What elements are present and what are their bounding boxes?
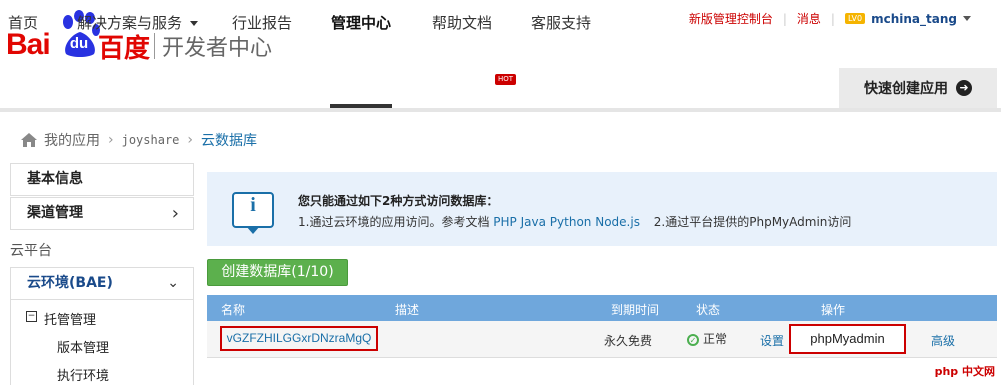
check-circle-icon: ✓	[687, 333, 699, 346]
col-status: 状态	[696, 303, 721, 317]
baidu-chinese-logo: 百度	[98, 34, 151, 64]
info-icon: i	[250, 194, 256, 216]
doc-link-php[interactable]: PHP	[493, 215, 517, 229]
collapse-icon[interactable]: −	[26, 311, 37, 322]
col-name: 名称	[221, 303, 246, 317]
messages-link[interactable]: 消息	[797, 10, 821, 27]
cell-expire: 永久免费	[604, 334, 653, 348]
chevron-right-icon: ›	[108, 132, 114, 148]
breadcrumb-app[interactable]: joyshare	[122, 133, 180, 147]
watermark: php 中文网	[934, 365, 995, 378]
nav-help-docs[interactable]: 帮助文档	[432, 12, 492, 33]
baidu-du-text: du	[69, 35, 89, 52]
sidebar-basic-info[interactable]: 基本信息	[10, 163, 194, 196]
nav-reports[interactable]: 行业报告	[232, 12, 292, 33]
sidebar-item-label: 基本信息	[27, 171, 83, 187]
table-header: 名称 描述 到期时间 状态 操作	[207, 295, 997, 321]
col-desc: 描述	[395, 303, 420, 317]
active-tab-indicator	[330, 104, 392, 108]
advanced-link[interactable]: 高级	[931, 332, 955, 349]
baidu-logo-text[interactable]: Bai	[6, 28, 51, 62]
doc-link-java[interactable]: Java	[521, 215, 546, 229]
sidebar-runtime[interactable]: 执行环境	[57, 365, 109, 384]
sidebar-item-label: 云环境(BAE)	[27, 275, 113, 291]
info-icon-tail	[246, 226, 260, 234]
settings-link[interactable]: 设置	[760, 332, 784, 349]
arrow-right-icon: ➜	[956, 80, 972, 96]
status-text: 正常	[703, 332, 728, 346]
sidebar-version[interactable]: 版本管理	[57, 337, 109, 356]
chevron-down-icon[interactable]	[963, 16, 971, 21]
divider: |	[782, 11, 787, 26]
chevron-right-icon: ›	[187, 132, 194, 148]
doc-link-nodejs[interactable]: Node.js	[595, 215, 640, 229]
nav-support[interactable]: 客服支持	[531, 12, 591, 33]
phpmyadmin-button[interactable]: phpMyadmin	[789, 324, 906, 354]
database-name-link[interactable]: vGZFZHILGGxrDNzraMgQ	[220, 326, 378, 351]
breadcrumb: 我的应用 › joyshare › 云数据库	[20, 130, 257, 150]
info-title: 您只能通过如下2种方式访问数据库：	[298, 194, 499, 208]
top-links: 新版管理控制台 | 消息 | LV0 mchina_tang	[689, 10, 971, 27]
sidebar-hosting[interactable]: 托管管理	[44, 309, 96, 328]
hot-badge: HOT	[495, 74, 517, 85]
doc-link-python[interactable]: Python	[550, 215, 592, 229]
col-expire: 到期时间	[611, 303, 660, 317]
nav-solutions-label: 解决方案与服务	[77, 14, 183, 32]
breadcrumb-current: 云数据库	[201, 133, 258, 149]
info-line2: 2.通过平台提供的PhpMyAdmin访问	[653, 215, 852, 229]
nav-home[interactable]: 首页	[8, 12, 38, 33]
level-badge: LV0	[844, 13, 866, 24]
chevron-down-icon: ⌄	[167, 275, 179, 291]
home-icon[interactable]	[20, 132, 38, 148]
quick-create-label: 快速创建应用	[864, 81, 948, 97]
sidebar-channel-mgmt[interactable]: 渠道管理 ›	[10, 197, 194, 230]
username-link[interactable]: mchina_tang	[871, 12, 957, 26]
col-actions: 操作	[821, 303, 846, 317]
cell-status: ✓ 正常	[687, 330, 727, 347]
logo-divider	[154, 33, 155, 59]
chevron-down-icon	[190, 21, 199, 26]
divider: |	[830, 11, 835, 26]
quick-create-app-button[interactable]: 快速创建应用 ➜	[839, 68, 997, 108]
nav-management[interactable]: 管理中心	[331, 12, 391, 33]
product-name: 开发者中心	[162, 36, 273, 61]
breadcrumb-my-apps[interactable]: 我的应用	[44, 130, 100, 150]
sidebar-cloud-env[interactable]: 云环境(BAE) ⌄	[10, 267, 194, 300]
sidebar-item-label: 渠道管理	[27, 205, 83, 221]
chevron-right-icon: ›	[171, 203, 179, 224]
info-line1-prefix: 1.通过云环境的应用访问。参考文档	[298, 215, 490, 229]
nav-solutions[interactable]: 解决方案与服务	[77, 12, 199, 33]
create-database-button[interactable]: 创建数据库(1/10)	[207, 259, 348, 286]
sidebar-category-cloud: 云平台	[10, 243, 52, 259]
info-line: 1.通过云环境的应用访问。参考文档 PHP Java Python Node.j…	[298, 213, 851, 230]
info-panel	[207, 172, 997, 246]
console-link[interactable]: 新版管理控制台	[689, 10, 773, 27]
